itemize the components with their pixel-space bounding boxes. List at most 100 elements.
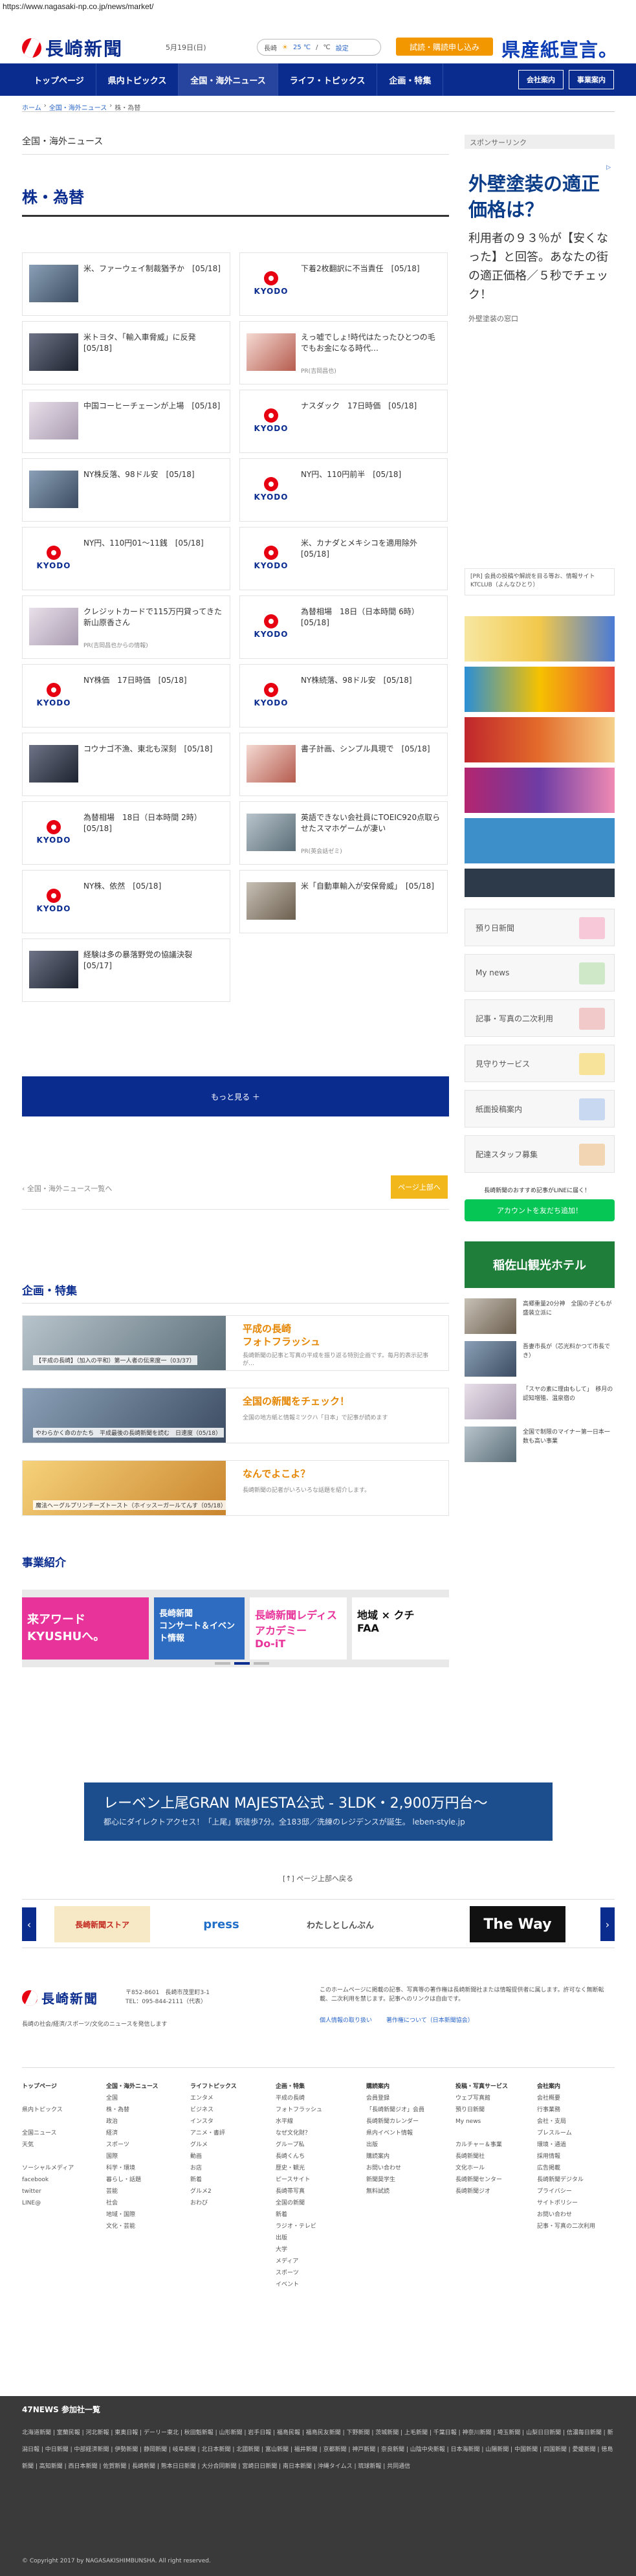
privacy-link[interactable]: 個人情報の取り扱い bbox=[320, 2015, 372, 2024]
service-prints[interactable]: 預り日新聞 bbox=[465, 909, 615, 946]
footer-link[interactable]: 環境・通過 bbox=[537, 2139, 595, 2151]
chevron-right-icon[interactable]: › bbox=[600, 1907, 615, 1941]
logo-press[interactable]: press bbox=[173, 1906, 269, 1942]
footer-logo[interactable]: 長崎新聞 bbox=[22, 1988, 98, 2007]
footer-link[interactable]: 会社・支局 bbox=[537, 2116, 595, 2127]
footer-link[interactable]: twitter bbox=[22, 2186, 74, 2197]
footer-link[interactable]: 文化・芸能 bbox=[106, 2221, 159, 2232]
footer-column-heading[interactable]: 企画・特集 bbox=[276, 2081, 322, 2093]
footer-link[interactable]: 株・為替 bbox=[106, 2104, 159, 2116]
side-item[interactable]: 吾妻市長が（芯光料かつて市長でき） bbox=[465, 1341, 615, 1380]
banner-campaign[interactable] bbox=[465, 667, 615, 712]
bottom-ad-banner[interactable]: レーベン上尾GRAN MAJESTA公式 - 3LDK・2,900万円台～ 都心… bbox=[84, 1782, 553, 1841]
ad-info-icon[interactable]: ▷ bbox=[468, 164, 611, 171]
footer-link[interactable]: お店 bbox=[190, 2162, 237, 2174]
article-card[interactable]: クレジットカードで115万円貸ってきた新山原香さん PR(吉岡昌也からの情報) bbox=[22, 595, 230, 659]
footer-link[interactable]: 県内イベント情報 bbox=[366, 2127, 424, 2139]
footer-link[interactable]: 長崎新聞ジオ bbox=[455, 2186, 508, 2197]
footer-link[interactable]: お問い合わせ bbox=[537, 2209, 595, 2221]
service-watch[interactable]: 見守りサービス bbox=[465, 1045, 615, 1082]
footer-link[interactable]: 全国ニュース bbox=[22, 2127, 74, 2139]
carousel-slide[interactable]: 長崎新聞レディスアカデミー Do-iT bbox=[250, 1597, 347, 1660]
footer-link[interactable]: 長崎帯写真 bbox=[276, 2186, 322, 2197]
footer-link[interactable]: 長崎新聞デジタル bbox=[537, 2174, 595, 2186]
article-card[interactable]: KYODO ナスダック 17日時価 [05/18] bbox=[239, 390, 448, 453]
footer-link[interactable]: 記事・写真の二次利用 bbox=[537, 2221, 595, 2232]
more-button[interactable]: もっと見る ＋ bbox=[22, 1076, 449, 1116]
carousel-slide[interactable]: 地域 × クチ FAA bbox=[352, 1597, 449, 1660]
footer-link[interactable]: 出版 bbox=[276, 2232, 322, 2244]
article-card[interactable]: 書子計画、シンプル具現で [05/18] bbox=[239, 733, 448, 796]
footer-link[interactable]: 購読案内 bbox=[366, 2151, 424, 2162]
business-carousel[interactable]: 来アワード KYUSHUへ。 長崎新聞 コンサート＆イベント情報 長崎新聞レディ… bbox=[22, 1590, 449, 1667]
company-button[interactable]: 会社案内 bbox=[518, 70, 564, 89]
feature-item[interactable]: 魔法ヘーグルプリンチーズトースト（ホイッスーガールてんす（05/18） なんでよ… bbox=[22, 1460, 449, 1516]
article-card[interactable]: 経験は多の暴落野党の協議決裂 [05/17] bbox=[22, 938, 230, 1002]
footer-link[interactable]: 地域・国際 bbox=[106, 2209, 159, 2221]
footer-link[interactable]: 長崎新聞カレンダー bbox=[366, 2116, 424, 2127]
footer-link[interactable] bbox=[22, 2116, 74, 2127]
banner-conan[interactable] bbox=[465, 616, 615, 661]
footer-link[interactable]: スポーツ bbox=[276, 2267, 322, 2279]
article-card[interactable]: KYODO NY株、依然 [05/18] bbox=[22, 870, 230, 933]
footer-link[interactable]: カルチャー＆事業 bbox=[455, 2139, 508, 2151]
article-card[interactable]: KYODO 下着2枚翻訳に不当責任 [05/18] bbox=[239, 252, 448, 316]
footer-link[interactable]: 出版 bbox=[366, 2139, 424, 2151]
article-card[interactable]: KYODO NY株続落、98ドル安 [05/18] bbox=[239, 664, 448, 727]
article-card[interactable]: 米「自動車輸入が安保脅威」 [05/18] bbox=[239, 870, 448, 933]
footer-link[interactable]: 新聞奨学生 bbox=[366, 2174, 424, 2186]
nav-life[interactable]: ライフ・トピックス bbox=[278, 63, 378, 96]
article-card[interactable]: えっ嘘でしょ!時代はたったひとつの毛でもお金になる時代… PR(吉岡昌也) bbox=[239, 321, 448, 384]
banner-photo[interactable] bbox=[465, 869, 615, 897]
footer-link[interactable]: エンタメ bbox=[190, 2093, 237, 2104]
footer-link[interactable]: 動画 bbox=[190, 2151, 237, 2162]
hotel-banner[interactable]: 稲佐山観光ホテル bbox=[465, 1241, 615, 1288]
browser-url-bar[interactable]: https://www.nagasaki-np.co.jp/news/marke… bbox=[0, 0, 636, 13]
nav-top[interactable]: トップページ bbox=[22, 63, 96, 96]
site-logo[interactable]: 長崎新聞 bbox=[22, 35, 123, 61]
footer-link[interactable]: イベント bbox=[276, 2279, 322, 2291]
article-card[interactable]: KYODO NY株価 17日時価 [05/18] bbox=[22, 664, 230, 727]
footer-link[interactable]: 科学・環境 bbox=[106, 2162, 159, 2174]
line-add-button[interactable]: アカウントを友だち追加！ bbox=[465, 1199, 615, 1221]
footer-link[interactable]: なぜ文化財？ bbox=[276, 2127, 322, 2139]
footer-link[interactable]: 長崎新聞センター bbox=[455, 2174, 508, 2186]
footer-link[interactable]: メディア bbox=[276, 2256, 322, 2267]
footer-column-heading[interactable]: 全国・海外ニュース bbox=[106, 2081, 159, 2093]
footer-link[interactable]: プライバシー bbox=[537, 2186, 595, 2197]
footer-link[interactable]: 長崎くんち bbox=[276, 2151, 322, 2162]
article-card[interactable]: 米トヨタ、「輸入車脅威」に反発 [05/18] bbox=[22, 321, 230, 384]
footer-link[interactable]: 政治 bbox=[106, 2116, 159, 2127]
page-top-link[interactable]: [↑] ページ上部へ戻る bbox=[0, 1873, 636, 1883]
n47-links[interactable]: 北海道新聞 | 室蘭民報 | 河北新報 | 東奥日報 | デーリー東北 | 秋田… bbox=[22, 2425, 615, 2475]
nav-national[interactable]: 全国・海外ニュース bbox=[179, 63, 278, 96]
footer-column-heading[interactable]: 会社案内 bbox=[537, 2081, 595, 2093]
copyright-link[interactable]: 著作権について（日本新聞協会） bbox=[386, 2015, 474, 2024]
footer-link[interactable]: 大学 bbox=[276, 2244, 322, 2256]
article-card[interactable]: コウナゴ不漁、東北も深刻 [05/18] bbox=[22, 733, 230, 796]
footer-link[interactable]: プレスルーム bbox=[537, 2127, 595, 2139]
footer-link[interactable]: 社会 bbox=[106, 2197, 159, 2209]
carousel-dot[interactable] bbox=[254, 1662, 269, 1665]
side-item[interactable]: 全国で制限のマイナー第一日本一数も高い事業 bbox=[465, 1427, 615, 1465]
footer-link[interactable] bbox=[455, 2127, 508, 2139]
back-to-list-link[interactable]: ‹ 全国・海外ニュース一覧へ bbox=[22, 1183, 112, 1194]
footer-link[interactable]: ビジネス bbox=[190, 2104, 237, 2116]
footer-link[interactable]: アニメ・書評 bbox=[190, 2127, 237, 2139]
article-card[interactable]: KYODO 為替相場 18日（日本時間 6時） [05/18] bbox=[239, 595, 448, 659]
footer-column-heading[interactable]: トップページ bbox=[22, 2081, 74, 2093]
footer-link[interactable]: 暮らし・話題 bbox=[106, 2174, 159, 2186]
footer-link[interactable]: お問い合わせ bbox=[366, 2162, 424, 2174]
footer-link[interactable]: 平成の長崎 bbox=[276, 2093, 322, 2104]
carousel-slide[interactable]: 来アワード KYUSHUへ。 bbox=[22, 1597, 149, 1660]
article-card[interactable]: 英語できない会社員にTOEIC920点取らせたスマホゲームが凄い PR(英会話ゼミ… bbox=[239, 801, 448, 865]
footer-link[interactable]: 県内トピックス bbox=[22, 2104, 74, 2116]
side-item[interactable]: 高郷重量20分神 全国の子どもが盛装立派に bbox=[465, 1298, 615, 1337]
footer-link[interactable]: 文化ホール bbox=[455, 2162, 508, 2174]
footer-link[interactable]: 全国の新聞 bbox=[276, 2197, 322, 2209]
footer-link[interactable]: フォトフラッシュ bbox=[276, 2104, 322, 2116]
logo-store[interactable]: 長崎新聞ストア bbox=[54, 1906, 150, 1942]
footer-link[interactable]: 天気 bbox=[22, 2139, 74, 2151]
article-card[interactable]: NY株反落、98ドル安 [05/18] bbox=[22, 458, 230, 522]
article-card[interactable]: KYODO 為替相場 18日（日本時間 2時） [05/18] bbox=[22, 801, 230, 865]
